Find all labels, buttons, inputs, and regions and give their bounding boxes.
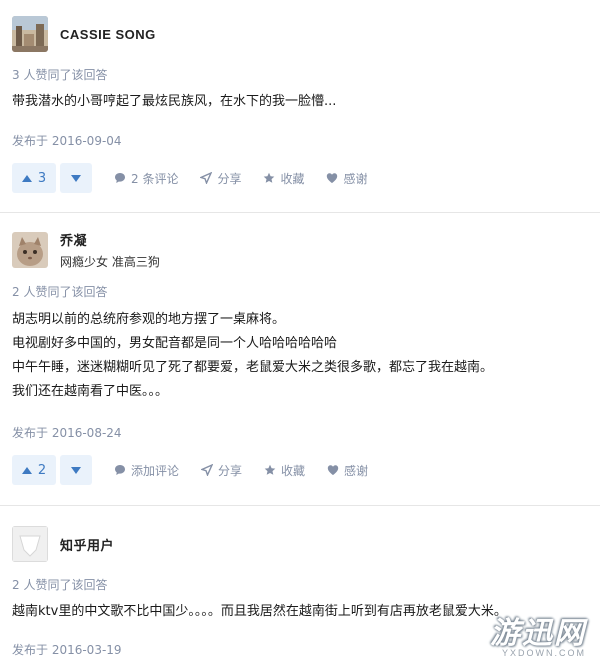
divider [0, 212, 600, 213]
action-bar: 3 2 条评论 分享 收藏 感谢 [12, 162, 368, 194]
thanks-button[interactable]: 感谢 [327, 462, 368, 479]
publish-date[interactable]: 发布于 2016-03-19 [12, 641, 122, 658]
content-line: 胡志明以前的总统府参观的地方摆了一桌麻将。 [12, 312, 286, 327]
share-label: 分享 [218, 463, 243, 478]
collect-button[interactable]: 收藏 [264, 462, 305, 479]
content-line: 带我潜水的小哥哼起了最炫民族风，在水下的我一脸懵... [12, 94, 337, 109]
action-bar: 2 添加评论 分享 收藏 感谢 [12, 454, 368, 486]
content-line: 中午午睡，迷迷糊糊听见了死了都要爱，老鼠爱大米之类很多歌，都忘了我在越南。 [12, 360, 494, 375]
answer-2-author: 乔凝 网瘾少女 准高三狗 [12, 230, 160, 270]
votes-count-text: 3 人赞同了该回答 [12, 68, 108, 82]
author-name[interactable]: CASSIE SONG [60, 27, 156, 42]
downvote-button[interactable] [60, 455, 92, 485]
star-icon [264, 172, 275, 183]
share-button[interactable]: 分享 [200, 170, 241, 187]
arrow-up-icon [21, 466, 32, 474]
upvote-button[interactable]: 3 [12, 163, 56, 193]
share-label: 分享 [217, 171, 242, 186]
watermark-logo: 游迅网 [490, 616, 586, 651]
site-watermark: 游迅网 YXDOWN.COM [490, 608, 586, 658]
author-name[interactable]: 乔凝 [60, 230, 160, 249]
avatar[interactable] [12, 16, 48, 52]
arrow-down-icon [71, 174, 81, 182]
thanks-label: 感谢 [344, 463, 369, 478]
comment-button[interactable]: 2 条评论 [114, 170, 178, 187]
share-icon [200, 172, 213, 184]
collect-button[interactable]: 收藏 [263, 170, 304, 187]
comment-label: 2 条评论 [131, 171, 179, 186]
avatar[interactable] [12, 526, 48, 562]
comment-icon [115, 173, 125, 183]
votes-count-text: 2 人赞同了该回答 [12, 578, 108, 592]
heart-icon [327, 173, 338, 183]
votes-count-text: 2 人赞同了该回答 [12, 285, 108, 299]
content-line: 越南ktv里的中文歌不比中国少。。。。而且我居然在越南街上听到有店再放老鼠爱大米… [12, 604, 507, 619]
arrow-down-icon [71, 466, 81, 474]
content-line: 我们还在越南看了中医。。。 [12, 384, 169, 399]
author-name: 知乎用户 [60, 537, 115, 553]
watermark-url: YXDOWN.COM [502, 648, 586, 658]
divider [0, 505, 600, 506]
answer-3-author: 知乎用户 [12, 526, 114, 562]
comment-button[interactable]: 添加评论 [114, 462, 179, 479]
publish-date[interactable]: 发布于 2016-08-24 [12, 424, 122, 441]
upvote-button[interactable]: 2 [12, 455, 56, 485]
downvote-button[interactable] [60, 163, 92, 193]
answer-content: 越南ktv里的中文歌不比中国少。。。。而且我居然在越南街上听到有店再放老鼠爱大米… [12, 600, 507, 624]
heart-icon [327, 465, 339, 475]
share-icon [201, 464, 214, 476]
publish-date[interactable]: 发布于 2016-09-04 [12, 132, 122, 149]
star-icon [264, 464, 276, 475]
answer-content: 胡志明以前的总统府参观的地方摆了一桌麻将。 电视剧好多中国的，男女配音都是同一个… [12, 308, 493, 404]
comment-icon [115, 465, 125, 475]
thanks-label: 感谢 [343, 171, 368, 186]
collect-label: 收藏 [280, 171, 305, 186]
avatar[interactable] [12, 232, 48, 268]
upvote-count: 2 [37, 462, 47, 478]
comment-label: 添加评论 [131, 463, 180, 478]
share-button[interactable]: 分享 [201, 462, 242, 479]
answer-content: 带我潜水的小哥哼起了最炫民族风，在水下的我一脸懵... [12, 90, 336, 114]
thanks-button[interactable]: 感谢 [326, 170, 368, 187]
content-line: 电视剧好多中国的，男女配音都是同一个人哈哈哈哈哈哈 [12, 336, 338, 351]
upvote-count: 3 [37, 170, 47, 186]
author-bio: 网瘾少女 准高三狗 [60, 255, 160, 269]
collect-label: 收藏 [281, 463, 306, 478]
answer-1-author: CASSIE SONG [12, 16, 156, 52]
arrow-up-icon [21, 174, 32, 182]
